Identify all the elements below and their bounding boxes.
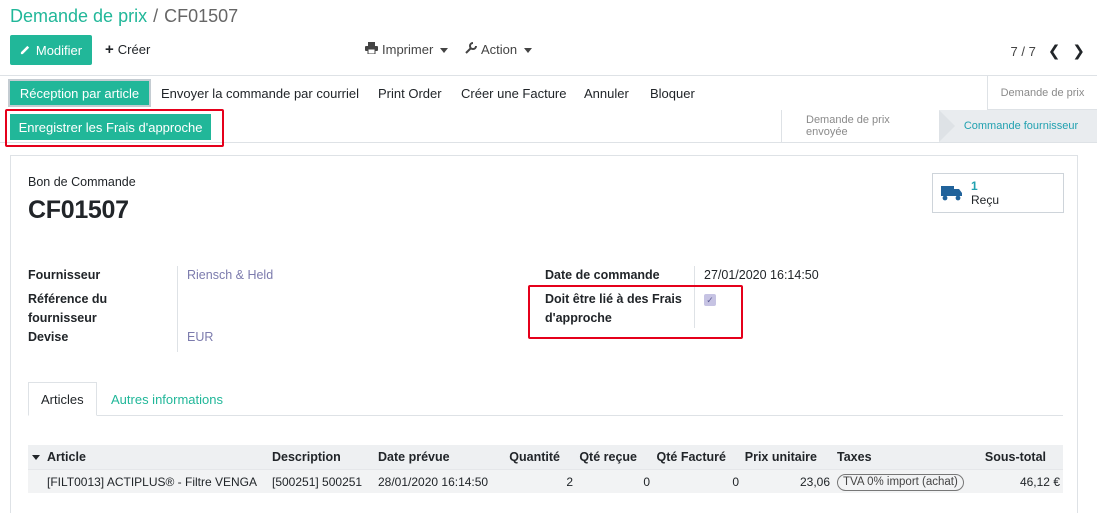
cell-date: 28/01/2020 16:14:50 <box>378 475 489 489</box>
form-sheet: Bon de Commande CF01507 1 Reçu Fournisse… <box>10 155 1078 513</box>
breadcrumb-current: CF01507 <box>164 6 239 26</box>
truck-icon <box>941 185 963 201</box>
notebook-tabs: Articles Autres informations <box>28 382 1063 416</box>
pager: 7 / 7 ❮ ❯ <box>1011 42 1085 60</box>
header-qty-received[interactable]: Qté reçue <box>568 445 637 469</box>
document-name: CF01507 <box>28 196 129 224</box>
plus-icon: + <box>105 41 114 58</box>
create-button[interactable]: + Créer <box>105 42 150 57</box>
print-dropdown[interactable]: Imprimer <box>365 42 449 57</box>
pencil-icon <box>20 43 31 58</box>
block-button[interactable]: Bloquer <box>650 86 695 101</box>
action-dropdown[interactable]: Action <box>465 42 533 57</box>
breadcrumb-separator: / <box>153 6 159 26</box>
document-type: Bon de Commande <box>28 175 136 189</box>
header-qty[interactable]: Quantité <box>498 445 560 469</box>
breadcrumb-parent-link[interactable]: Demande de prix <box>10 6 147 26</box>
supplier-label: Fournisseur <box>28 268 101 282</box>
field-divider <box>177 266 178 352</box>
statusbar: Réception par article Envoyer la command… <box>0 75 1097 147</box>
tax-badge: TVA 0% import (achat) <box>837 473 964 491</box>
highlight-box <box>528 285 743 339</box>
receipt-count: 1 <box>971 179 978 193</box>
edit-button-label: Modifier <box>35 42 83 58</box>
sort-caret-icon <box>32 454 40 460</box>
header-subtotal[interactable]: Sous-total <box>978 445 1046 469</box>
table-header: Article Description Date prévue Quantité… <box>28 445 1063 469</box>
pager-value[interactable]: 7 / 7 <box>1011 44 1036 59</box>
cell-subtotal: 46,12 € <box>1019 475 1060 489</box>
stage-rfq-sent[interactable]: Demande de prix envoyée <box>781 110 955 142</box>
header-taxes[interactable]: Taxes <box>837 445 872 469</box>
reception-button[interactable]: Réception par article <box>8 79 151 107</box>
printer-icon <box>365 42 378 57</box>
header-article[interactable]: Article <box>32 445 86 469</box>
header-article-label: Article <box>47 450 86 464</box>
table-row[interactable]: [FILT0013] ACTIPLUS® - Filtre VENGA [500… <box>28 469 1063 493</box>
cell-taxes: TVA 0% import (achat) <box>837 470 964 494</box>
chevron-right-icon[interactable]: ❯ <box>1072 42 1085 60</box>
create-invoice-button[interactable]: Créer une Facture <box>461 86 567 101</box>
stage-row: Demande de prix envoyée Commande fournis… <box>781 110 1097 142</box>
cell-unit-price: 23,06 <box>799 475 830 489</box>
header-qty-invoiced[interactable]: Qté Facturé <box>648 445 726 469</box>
cell-description: [500251] 500251 <box>272 475 363 489</box>
header-description[interactable]: Description <box>272 445 341 469</box>
breadcrumb: Demande de prix / CF01507 <box>10 6 238 27</box>
supplier-ref-label-line1: Référence du <box>28 292 108 306</box>
cell-qty-invoiced: 0 <box>732 475 739 489</box>
currency-field[interactable]: EUR <box>187 328 213 347</box>
order-date-label: Date de commande <box>545 268 660 282</box>
cell-article: [FILT0013] ACTIPLUS® - Filtre VENGA <box>47 475 258 489</box>
supplier-field[interactable]: Riensch & Held <box>187 266 273 285</box>
print-dropdown-label: Imprimer <box>382 42 434 57</box>
cancel-button[interactable]: Annuler <box>584 86 629 101</box>
tab-other-info[interactable]: Autres informations <box>99 382 235 416</box>
order-date-field[interactable]: 27/01/2020 16:14:50 <box>704 266 819 285</box>
wrench-icon <box>465 42 477 57</box>
header-unit-price[interactable]: Prix unitaire <box>733 445 817 469</box>
receipt-smart-button[interactable]: 1 Reçu <box>932 173 1064 213</box>
chevron-left-icon[interactable]: ❮ <box>1048 42 1061 60</box>
create-button-label: Créer <box>117 42 151 57</box>
stage-rfq[interactable]: Demande de prix <box>987 76 1097 110</box>
supplier-ref-label-line2: fournisseur <box>28 311 97 325</box>
header-date[interactable]: Date prévue <box>378 445 450 469</box>
stage-purchase-order[interactable]: Commande fournisseur <box>939 110 1097 142</box>
order-lines-table: Article Description Date prévue Quantité… <box>28 445 1063 493</box>
caret-down-icon <box>440 47 449 53</box>
receipt-label: Reçu <box>971 193 1000 207</box>
cell-qty-received: 0 <box>643 475 650 489</box>
send-email-button[interactable]: Envoyer la commande par courriel <box>161 86 359 101</box>
highlight-box <box>5 109 224 147</box>
print-order-button[interactable]: Print Order <box>378 86 442 101</box>
tab-articles[interactable]: Articles <box>28 382 97 416</box>
caret-down-icon <box>524 47 533 53</box>
cell-qty: 2 <box>566 475 573 489</box>
action-dropdown-label: Action <box>481 42 518 57</box>
currency-label: Devise <box>28 330 69 344</box>
edit-button[interactable]: Modifier <box>10 35 92 65</box>
